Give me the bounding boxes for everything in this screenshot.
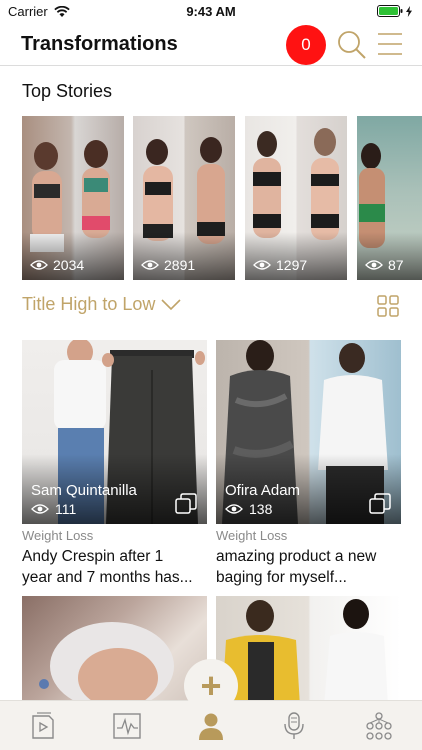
post-photo [216,596,401,706]
notification-badge-button[interactable]: 0 [286,25,326,65]
story-view-count: 2034 [53,257,85,273]
story-view-count: 2891 [164,257,196,273]
tab-profile[interactable] [196,711,226,741]
menu-button[interactable] [376,31,404,59]
chevron-down-icon [161,298,181,310]
post-card[interactable]: Ofira Adam 138 Weight Loss amazing produ… [216,340,401,588]
post-view-count: 138 [249,501,273,517]
story-views: 1297 [253,257,307,273]
video-doc-icon [32,712,54,739]
top-stories-heading: Top Stories [22,81,113,101]
eye-icon [141,260,159,270]
battery [377,5,412,17]
person-icon [199,713,223,740]
post-photo: Ofira Adam 138 [216,340,401,524]
network-icon [366,712,392,740]
story-card[interactable]: 2034 [22,116,124,280]
tab-progress[interactable] [112,711,142,741]
post-author: Sam Quintanilla [31,482,137,499]
post-photo: Sam Quintanilla 111 [22,340,207,524]
post-title-line: year and 7 months has... [22,569,193,586]
search-icon [338,31,366,59]
grid-view-toggle[interactable] [377,295,399,317]
hamburger-icon [378,33,402,55]
eye-icon [365,260,383,270]
story-view-count: 87 [388,257,404,273]
story-views: 2034 [30,257,84,273]
tab-videos[interactable] [28,711,58,741]
pulse-chart-icon [113,713,141,739]
post-title[interactable]: Andy Crespin after 1 year and 7 months h… [22,546,207,588]
post-views: 138 [225,501,272,517]
multiple-photos-icon [369,493,391,514]
post-category: Weight Loss [216,528,288,543]
story-view-count: 1297 [276,257,308,273]
post-category: Weight Loss [22,528,94,543]
story-views: 2891 [141,257,195,273]
eye-icon [253,260,271,270]
post-title-line: amazing product a new [216,548,377,565]
tab-podcast[interactable] [279,711,309,741]
eye-icon [31,504,49,514]
eye-icon [30,260,48,270]
nav-header: Transformations 0 [0,22,422,66]
post-card[interactable]: Sam Quintanilla 111 Weight Loss Andy Cre… [22,340,207,588]
story-card[interactable]: 87 [357,116,422,280]
post-title-line: baging for myself... [216,569,347,586]
battery-icon [377,5,403,17]
microphone-icon [284,712,304,739]
top-stories-carousel[interactable]: 2034 2891 1297 87 [0,116,422,280]
notification-count: 0 [301,35,311,54]
post-view-count: 111 [55,501,77,517]
post-views: 111 [31,501,76,517]
tab-community[interactable] [364,711,394,741]
story-card[interactable]: 2891 [133,116,235,280]
eye-icon [225,504,243,514]
clock: 9:43 AM [186,4,236,19]
status-bar: Carrier 9:43 AM [0,0,422,22]
post-author: Ofira Adam [225,482,301,499]
post-title-line: Andy Crespin after 1 [22,548,164,565]
sort-dropdown[interactable]: Title High to Low [22,294,181,315]
post-photo [22,596,207,706]
multiple-photos-icon [175,493,197,514]
grid-icon [377,295,399,317]
story-card[interactable]: 1297 [245,116,347,280]
story-views: 87 [365,257,404,273]
post-card[interactable] [216,596,401,706]
charging-bolt-icon [406,5,412,17]
post-card[interactable] [22,596,207,706]
sort-label: Title High to Low [22,294,156,314]
plus-icon: + [200,665,222,706]
search-button[interactable] [336,29,368,61]
add-post-button[interactable]: + [184,659,238,713]
post-title[interactable]: amazing product a new baging for myself.… [216,546,401,588]
page-title: Transformations [21,33,178,55]
